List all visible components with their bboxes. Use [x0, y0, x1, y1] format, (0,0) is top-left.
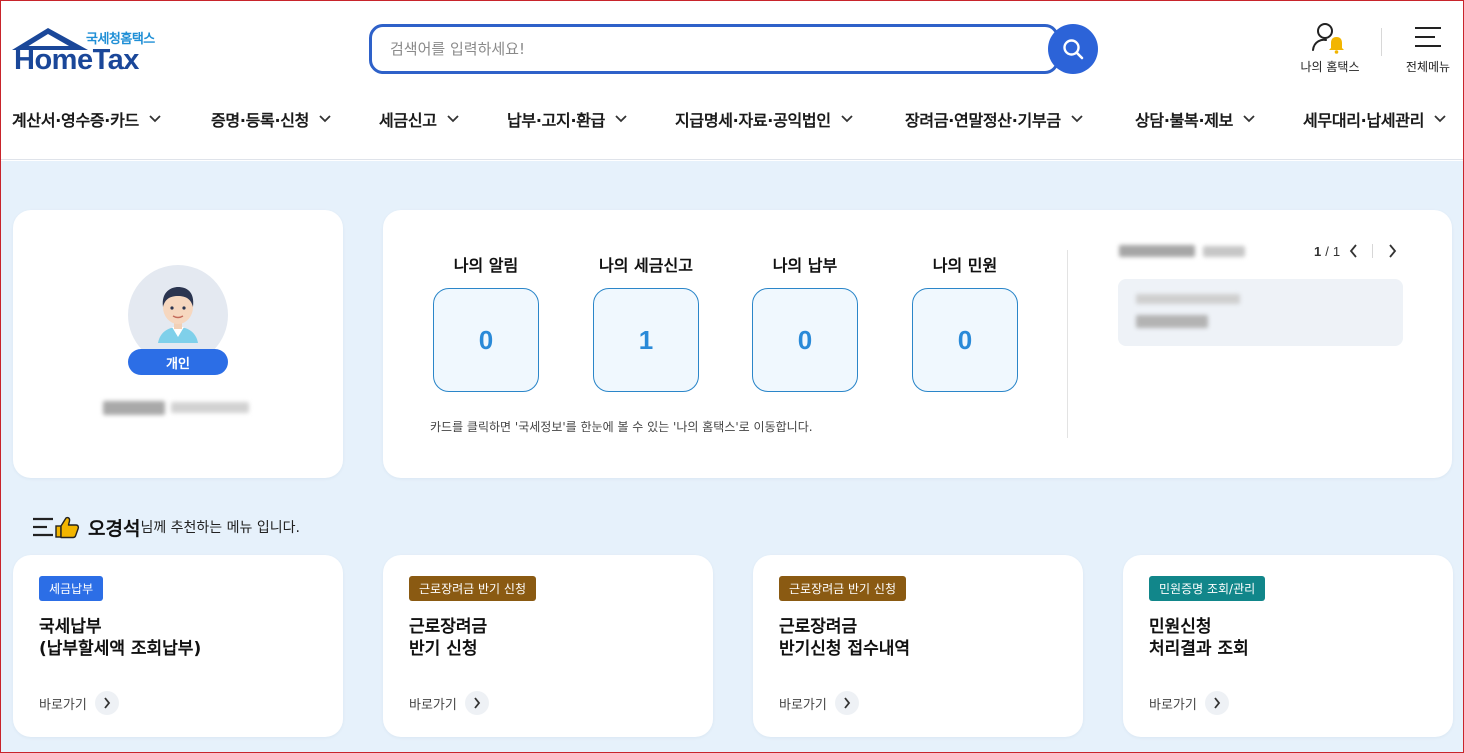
notice-item[interactable] [1118, 279, 1403, 346]
logo-title: HomeTax [14, 44, 139, 76]
profile-card: 개인 [13, 210, 343, 478]
summary-divider [1067, 250, 1068, 438]
main-content: 개인 나의 알림 0 나의 세금신고 1 나의 납부 0 나의 민원 0 카드를… [0, 161, 1464, 753]
stat-title: 나의 세금신고 [599, 256, 693, 275]
nav-item-payment-statement[interactable]: 지급명세·자료·공익법인 [675, 104, 853, 134]
shortcut-label: 바로가기 [1149, 697, 1197, 713]
header: 국세청홈택스 HomeTax 나의 홈택스 전체메뉴 계산서·영수증·카드 [0, 0, 1464, 160]
search-icon [1063, 39, 1084, 60]
chevron-down-icon [1243, 115, 1255, 123]
recommend-card-tag: 민원증명 조회/관리 [1149, 576, 1266, 601]
all-menu-label: 전체메뉴 [1405, 60, 1451, 74]
pager-next-button[interactable] [1383, 241, 1401, 261]
nav-item-certificate-registration[interactable]: 증명·등록·신청 [211, 104, 331, 134]
shortcut-link[interactable]: 바로가기 [39, 691, 119, 715]
notice-pager: 1 / 1 [1314, 241, 1401, 261]
nav-item-label: 증명·등록·신청 [211, 111, 310, 130]
nav-item-incentive-yearend[interactable]: 장려금·연말정산·기부금 [905, 104, 1083, 134]
recommend-card-title-line2: (납부할세액 조회납부) [39, 639, 202, 659]
chevron-left-icon [1349, 244, 1357, 258]
recommend-card-tag: 근로장려금 반기 신청 [779, 576, 906, 601]
shortcut-arrow-icon [834, 691, 859, 715]
nav-item-label: 세무대리·납세관리 [1303, 111, 1425, 130]
blurred-notice-title [1119, 243, 1249, 259]
chevron-right-icon [1388, 244, 1396, 258]
blurred-user-info [101, 397, 251, 419]
search-button[interactable] [1048, 24, 1098, 74]
nav-item-label: 납부·고지·환급 [507, 111, 606, 130]
chevron-down-icon [447, 115, 459, 123]
shortcut-link[interactable]: 바로가기 [1149, 691, 1229, 715]
recommend-card[interactable]: 민원증명 조회/관리 민원신청 처리결과 조회 바로가기 [1123, 555, 1453, 737]
chevron-down-icon [615, 115, 627, 123]
summary-help-text: 카드를 클릭하면 '국세정보'를 한눈에 볼 수 있는 '나의 홈택스'로 이동… [430, 420, 813, 434]
recommend-card-title-line2: 반기신청 접수내역 [779, 639, 911, 659]
my-summary-card: 나의 알림 0 나의 세금신고 1 나의 납부 0 나의 민원 0 카드를 클릭… [383, 210, 1452, 478]
header-divider [1381, 28, 1382, 56]
shortcut-arrow-icon [1204, 691, 1229, 715]
nav-item-tax-filing[interactable]: 세금신고 [379, 104, 459, 134]
pager-prev-button[interactable] [1344, 241, 1362, 261]
stat-title: 나의 민원 [932, 256, 998, 275]
user-bell-icon [1312, 23, 1344, 54]
stat-my-civil-request[interactable]: 나의 민원 0 [912, 252, 1018, 392]
shortcut-label: 바로가기 [779, 697, 827, 713]
pager-current: 1 [1314, 243, 1322, 259]
main-navigation: 계산서·영수증·카드 증명·등록·신청 세금신고 납부·고지·환급 지급명세·자… [0, 104, 1464, 134]
nav-item-label: 계산서·영수증·카드 [12, 111, 139, 130]
stat-my-notifications[interactable]: 나의 알림 0 [433, 252, 539, 392]
recommend-card[interactable]: 세금납부 국세납부 (납부할세액 조회납부) 바로가기 [13, 555, 343, 737]
nav-item-label: 세금신고 [379, 111, 437, 130]
pager-separator: / [1325, 243, 1329, 259]
shortcut-link[interactable]: 바로가기 [409, 691, 489, 715]
chevron-down-icon [1434, 115, 1446, 123]
recommend-card-tag: 근로장려금 반기 신청 [409, 576, 536, 601]
shortcut-label: 바로가기 [409, 697, 457, 713]
recommend-heading: 오경석 님께 추천하는 메뉴 입니다. [32, 515, 300, 540]
chevron-down-icon [841, 115, 853, 123]
search-box [369, 24, 1059, 74]
stat-title: 나의 알림 [453, 256, 519, 275]
stat-my-payment[interactable]: 나의 납부 0 [752, 252, 858, 392]
stat-value: 0 [752, 288, 858, 392]
my-hometax-label: 나의 홈택스 [1300, 60, 1360, 74]
recommend-card[interactable]: 근로장려금 반기 신청 근로장려금 반기 신청 바로가기 [383, 555, 713, 737]
recommend-card-title-line2: 처리결과 조회 [1149, 639, 1249, 659]
stat-title: 나의 납부 [772, 256, 838, 275]
hometax-logo[interactable]: 국세청홈택스 HomeTax [12, 24, 172, 76]
stat-value: 0 [433, 288, 539, 392]
stat-value: 1 [593, 288, 699, 392]
search-input[interactable] [390, 37, 1010, 61]
chevron-down-icon [1071, 115, 1083, 123]
my-hometax-button[interactable]: 나의 홈택스 [1292, 22, 1368, 78]
nav-item-label: 지급명세·자료·공익법인 [675, 111, 831, 130]
nav-item-invoice-receipt-card[interactable]: 계산서·영수증·카드 [12, 104, 161, 134]
thumbs-up-menu-icon [33, 516, 80, 539]
stat-value: 0 [912, 288, 1018, 392]
chevron-down-icon [149, 115, 161, 123]
all-menu-button[interactable]: 전체메뉴 [1398, 22, 1458, 78]
shortcut-link[interactable]: 바로가기 [779, 691, 859, 715]
shortcut-label: 바로가기 [39, 697, 87, 713]
nav-item-payment-refund[interactable]: 납부·고지·환급 [507, 104, 627, 134]
recommend-card-title-line2: 반기 신청 [409, 639, 478, 659]
recommend-heading-text: 님께 추천하는 메뉴 입니다. [140, 520, 300, 536]
pager-divider [1372, 244, 1374, 258]
recommend-card-tag: 세금납부 [39, 576, 104, 601]
hamburger-menu-icon [1415, 27, 1441, 47]
shortcut-arrow-icon [464, 691, 489, 715]
recommend-user-name: 오경석 [88, 517, 141, 540]
chevron-down-icon [319, 115, 331, 123]
nav-item-label: 장려금·연말정산·기부금 [905, 111, 1061, 130]
pager-total: 1 [1332, 243, 1341, 259]
nav-item-tax-agent[interactable]: 세무대리·납세관리 [1303, 104, 1446, 134]
recommend-card[interactable]: 근로장려금 반기 신청 근로장려금 반기신청 접수내역 바로가기 [753, 555, 1083, 737]
nav-item-label: 상담·불복·제보 [1135, 111, 1234, 130]
user-type-badge: 개인 [128, 349, 228, 375]
shortcut-arrow-icon [94, 691, 119, 715]
stat-my-tax-filing[interactable]: 나의 세금신고 1 [593, 252, 699, 392]
nav-item-consult-appeal[interactable]: 상담·불복·제보 [1135, 104, 1255, 134]
